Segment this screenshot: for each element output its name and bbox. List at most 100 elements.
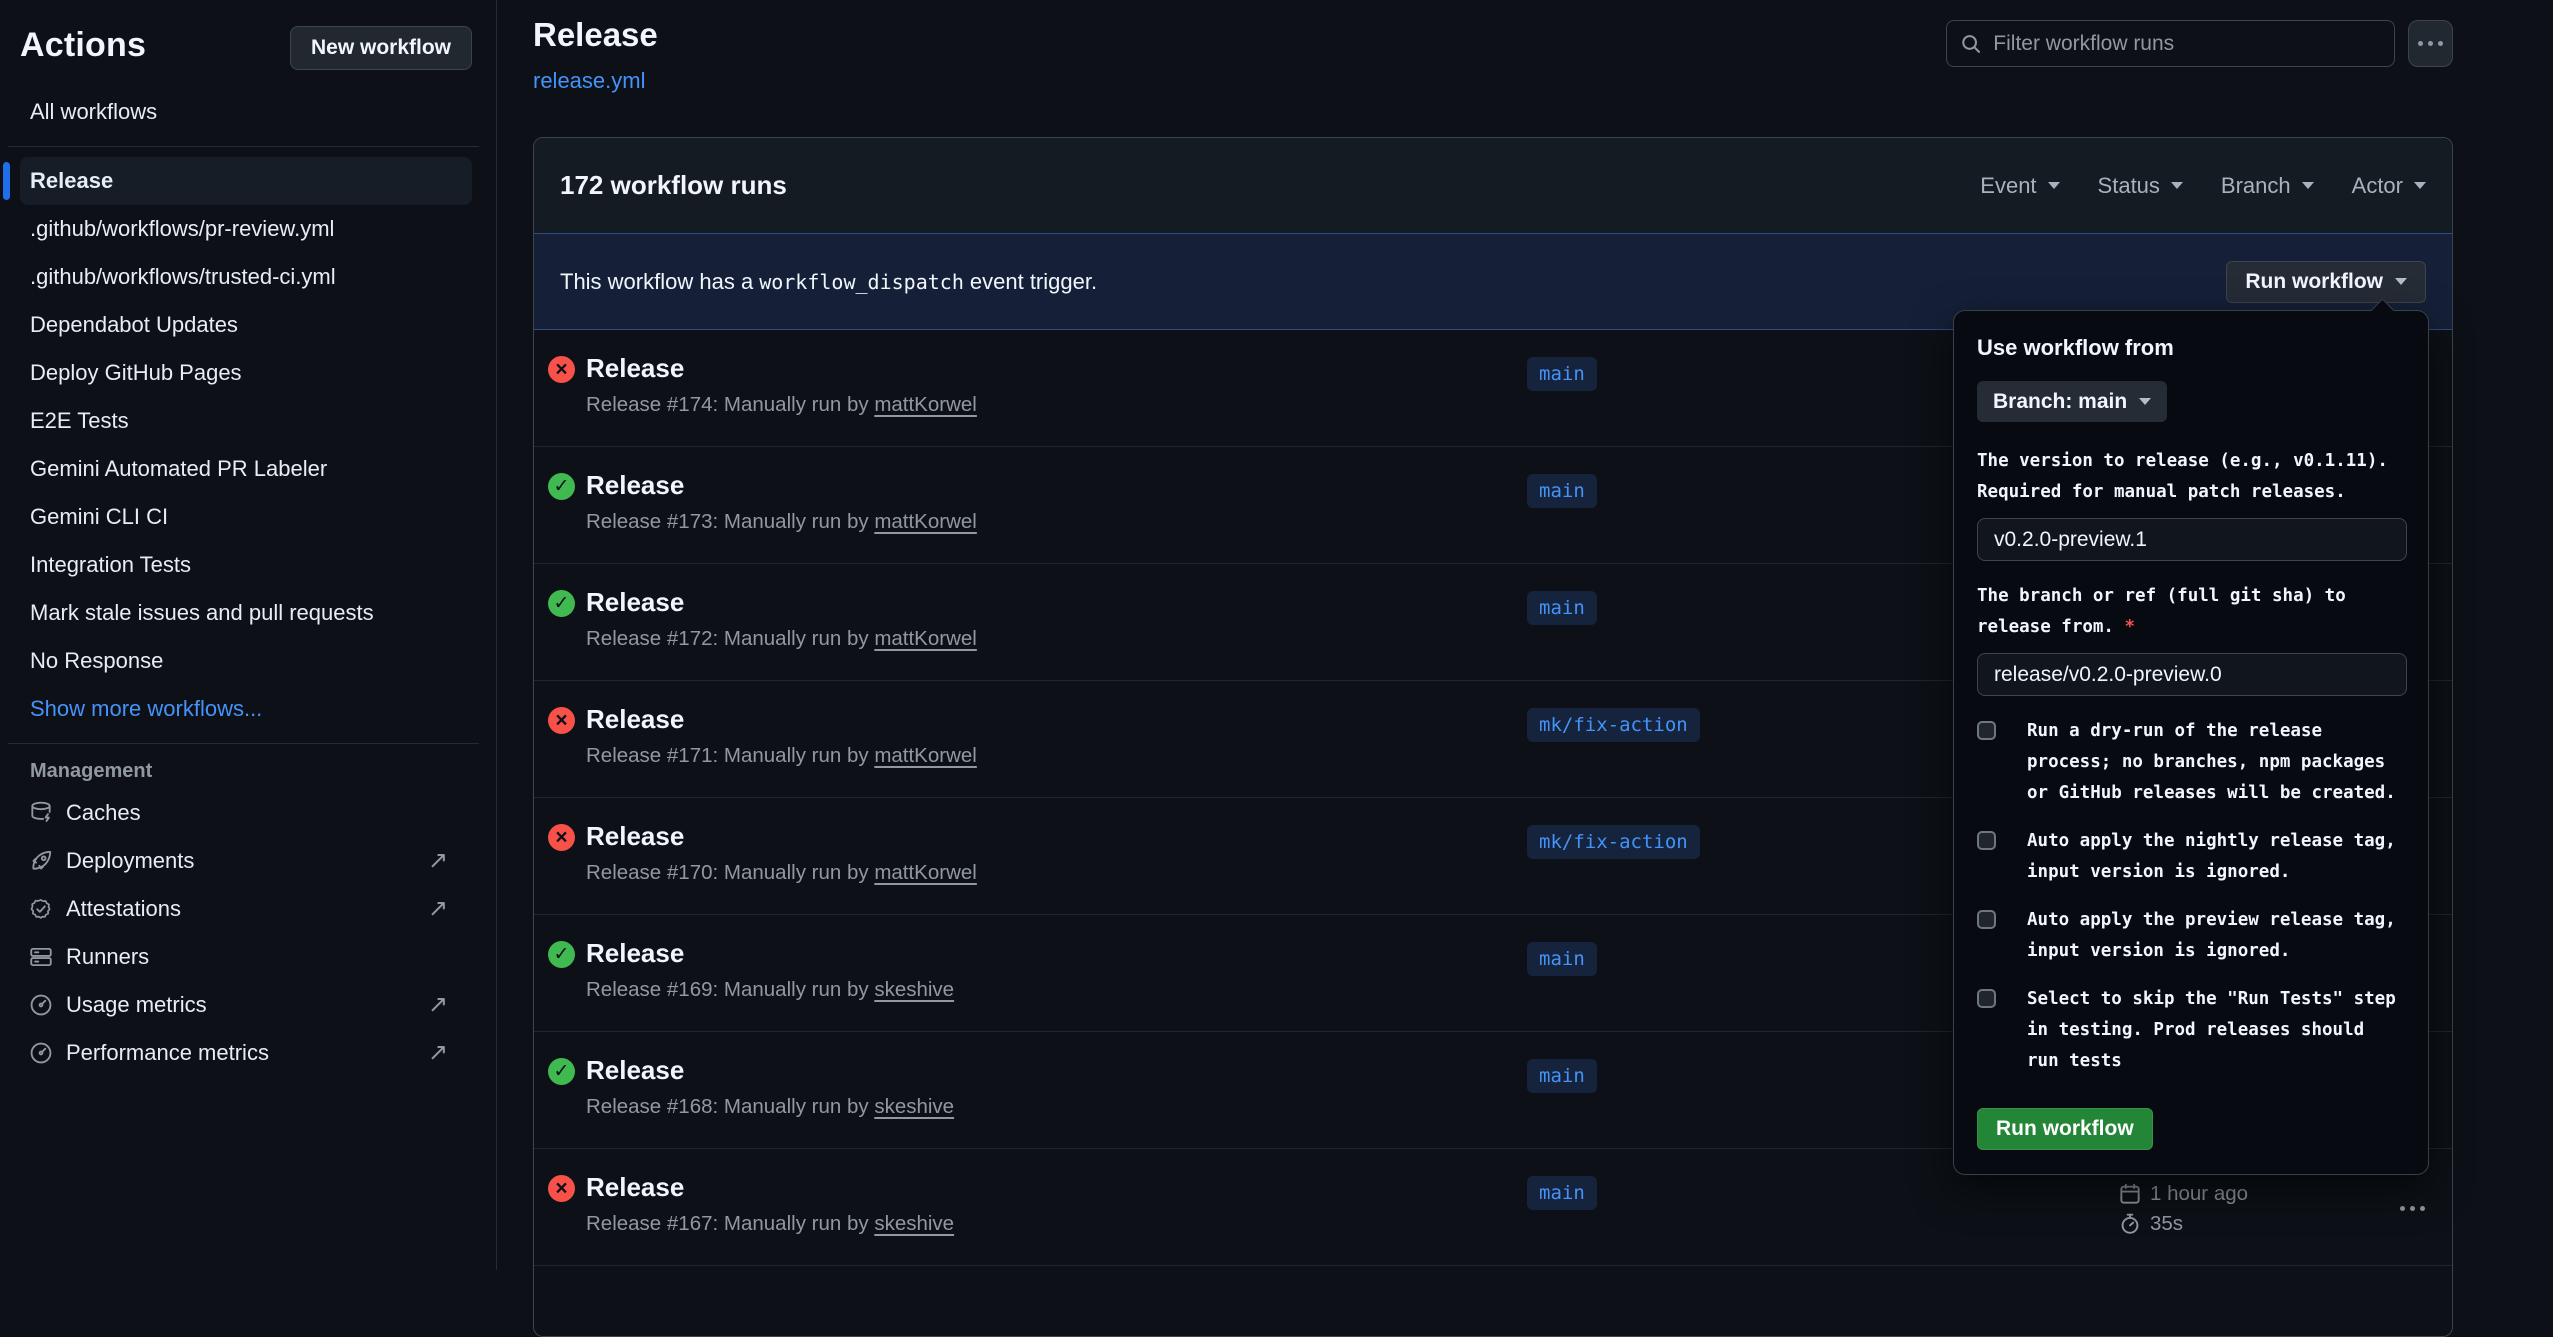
filter-branch[interactable]: Branch	[2221, 173, 2314, 199]
sidebar-item-label: Deployments	[66, 848, 194, 874]
run-description-text: Release #172: Manually run by	[586, 627, 874, 650]
sidebar-item-label: Gemini CLI CI	[30, 504, 168, 530]
run-description-text: Release #167: Manually run by	[586, 1212, 874, 1235]
branch-badge[interactable]: main	[1527, 591, 1597, 625]
run-workflow-dropdown-button[interactable]: Run workflow	[2226, 261, 2426, 303]
workflow-options-kebab-button[interactable]	[2408, 20, 2453, 67]
branch-badge[interactable]: main	[1527, 942, 1597, 976]
sidebar-item-all-workflows[interactable]: All workflows	[20, 88, 472, 136]
sidebar-item-workflow[interactable]: .github/workflows/trusted-ci.yml	[20, 253, 472, 301]
sidebar-item-label: Gemini Automated PR Labeler	[30, 456, 327, 482]
sidebar-item-workflow[interactable]: Mark stale issues and pull requests	[20, 589, 472, 637]
run-title-link[interactable]: Release	[586, 470, 684, 501]
sidebar-item-label: Deploy GitHub Pages	[30, 360, 242, 386]
sidebar-item-label: .github/workflows/trusted-ci.yml	[30, 264, 336, 290]
checkbox[interactable]	[1977, 831, 1996, 850]
branch-badge[interactable]: main	[1527, 1176, 1597, 1210]
run-actor-link[interactable]: mattKorwel	[874, 510, 977, 533]
run-title-link[interactable]: Release	[586, 353, 684, 384]
meter-icon	[28, 1040, 54, 1066]
sidebar-item-performance-metrics[interactable]: Performance metrics↗	[0, 1029, 496, 1077]
branch-badge[interactable]: main	[1527, 474, 1597, 508]
sidebar-item-label: Runners	[66, 944, 149, 970]
ellipsis-icon	[2418, 41, 2423, 46]
run-description: Release #172: Manually run by mattKorwel	[586, 627, 977, 651]
run-workflow-submit-button[interactable]: Run workflow	[1977, 1108, 2153, 1150]
sidebar-item-workflow[interactable]: No Response	[20, 637, 472, 685]
workflow-checkboxes: Run a dry-run of the release process; no…	[1977, 716, 2405, 1077]
run-actor-link[interactable]: mattKorwel	[874, 861, 977, 884]
sidebar-item-label: Usage metrics	[66, 992, 207, 1018]
sidebar-item-workflow[interactable]: Deploy GitHub Pages	[20, 349, 472, 397]
run-actor-link[interactable]: mattKorwel	[874, 393, 977, 416]
run-workflow-panel: Use workflow from Branch: main The versi…	[1953, 310, 2429, 1175]
workflow-input-fields: The version to release (e.g., v0.1.11). …	[1977, 446, 2405, 716]
sidebar-divider	[8, 743, 479, 744]
checkbox[interactable]	[1977, 721, 1996, 740]
sidebar-item-caches[interactable]: Caches	[0, 789, 496, 837]
workflow-input-field[interactable]	[1977, 518, 2407, 561]
run-description-text: Release #174: Manually run by	[586, 393, 874, 416]
checkbox[interactable]	[1977, 910, 1996, 929]
main-content: Release release.yml 172 workflow runs Ev…	[497, 0, 2553, 1270]
run-actor-link[interactable]: mattKorwel	[874, 627, 977, 650]
branch-badge[interactable]: mk/fix-action	[1527, 825, 1700, 859]
stopwatch-icon	[2119, 1213, 2141, 1235]
filter-workflow-runs-input[interactable]	[1993, 32, 2380, 56]
run-actor-link[interactable]: mattKorwel	[874, 744, 977, 767]
run-actor-link[interactable]: skeshive	[874, 978, 954, 1001]
run-actor-link[interactable]: skeshive	[874, 1212, 954, 1235]
sidebar-divider	[8, 146, 479, 147]
sidebar-item-deployments[interactable]: Deployments↗	[0, 837, 496, 885]
workflow-input-description-text: The version to release (e.g., v0.1.11). …	[1977, 451, 2388, 502]
run-title-link[interactable]: Release	[586, 821, 684, 852]
checkbox-label: Select to skip the "Run Tests" step in t…	[2027, 984, 2405, 1077]
sidebar-item-workflow[interactable]: Integration Tests	[20, 541, 472, 589]
sidebar-item-label: .github/workflows/pr-review.yml	[30, 216, 334, 242]
workflow-checkbox-row: Auto apply the nightly release tag, inpu…	[1977, 826, 2405, 888]
sidebar-item-workflow[interactable]: E2E Tests	[20, 397, 472, 445]
workflow-input-field[interactable]	[1977, 653, 2407, 696]
sidebar-item-label: No Response	[30, 648, 163, 674]
filter-event[interactable]: Event	[1980, 173, 2059, 199]
sidebar-item-label: Caches	[66, 800, 141, 826]
run-title-link[interactable]: Release	[586, 587, 684, 618]
run-description-text: Release #171: Manually run by	[586, 744, 874, 767]
run-options-kebab-button[interactable]	[2384, 1193, 2440, 1223]
run-actor-link[interactable]: skeshive	[874, 1095, 954, 1118]
x-circle-icon: ×	[548, 824, 575, 851]
sidebar-item-workflow[interactable]: Release	[20, 157, 472, 205]
sidebar-item-runners[interactable]: Runners	[0, 933, 496, 981]
workflow-file-link[interactable]: release.yml	[533, 68, 645, 94]
filter-label: Branch	[2221, 173, 2291, 199]
caret-down-icon	[2139, 398, 2151, 405]
branch-selector-button[interactable]: Branch: main	[1977, 381, 2167, 422]
sidebar-item-label: Dependabot Updates	[30, 312, 238, 338]
branch-badge[interactable]: main	[1527, 1059, 1597, 1093]
caret-down-icon	[2048, 182, 2060, 189]
branch-badge[interactable]: mk/fix-action	[1527, 708, 1700, 742]
sidebar-item-attestations[interactable]: Attestations↗	[0, 885, 496, 933]
sidebar-item-workflow[interactable]: Gemini Automated PR Labeler	[20, 445, 472, 493]
sidebar-item-workflow[interactable]: Dependabot Updates	[20, 301, 472, 349]
run-title-link[interactable]: Release	[586, 1172, 684, 1203]
sidebar-item-usage-metrics[interactable]: Usage metrics↗	[0, 981, 496, 1029]
sidebar-item-workflow[interactable]: .github/workflows/pr-review.yml	[20, 205, 472, 253]
run-title-link[interactable]: Release	[586, 938, 684, 969]
management-list: Caches Deployments↗Attestations↗ Runners Us…	[0, 789, 496, 1077]
sidebar-item-label: Integration Tests	[30, 552, 191, 578]
run-title-link[interactable]: Release	[586, 704, 684, 735]
sidebar-item-workflow[interactable]: Gemini CLI CI	[20, 493, 472, 541]
filter-runs-searchbox[interactable]	[1946, 20, 2395, 67]
caret-down-icon	[2395, 278, 2407, 285]
branch-badge[interactable]: main	[1527, 357, 1597, 391]
filter-status[interactable]: Status	[2098, 173, 2183, 199]
show-more-workflows-link[interactable]: Show more workflows...	[20, 685, 472, 733]
run-title-link[interactable]: Release	[586, 1055, 684, 1086]
checkbox[interactable]	[1977, 989, 1996, 1008]
sidebar-item-label: Performance metrics	[66, 1040, 269, 1066]
banner-event-code: workflow_dispatch	[753, 270, 970, 294]
filter-actor[interactable]: Actor	[2352, 173, 2426, 199]
checkbox-label: Run a dry-run of the release process; no…	[2027, 716, 2405, 809]
new-workflow-button[interactable]: New workflow	[290, 26, 472, 70]
